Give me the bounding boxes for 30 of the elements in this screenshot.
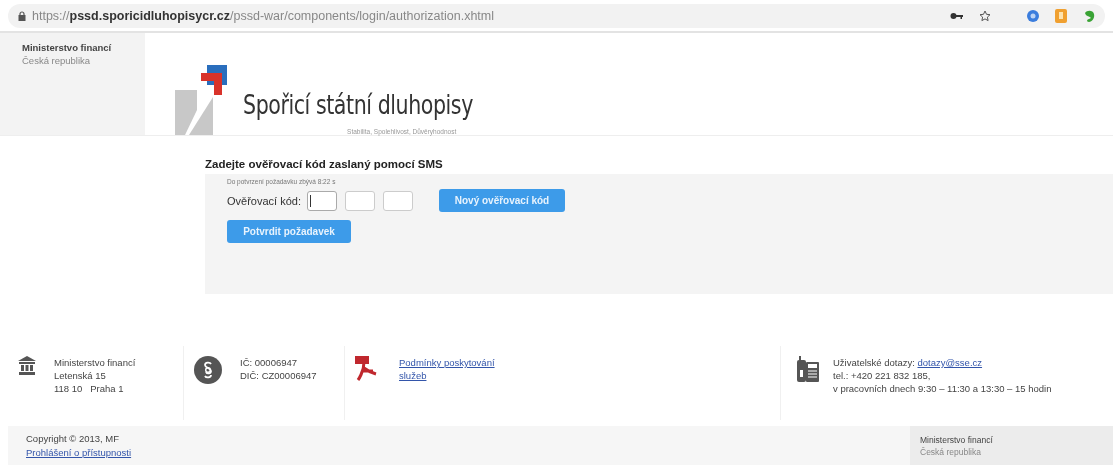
ministry-name: Ministerstvo financí [22,41,113,54]
country-name: Česká republika [22,55,91,66]
phone-text: tel.: +420 221 832 185, [833,369,932,382]
form-heading: Zadejte ověřovací kód zaslaný pomocí SMS [205,158,444,170]
code-input-field[interactable] [383,190,413,211]
code-label: Ověřovací kód: [227,194,301,207]
code-input-field[interactable] [345,190,375,211]
hours-text: v pracovních dnech 9:30 – 11:30 a 13:30 – 15 hodin [833,382,1052,395]
contact-text: Uživatelské dotazy: dotazy@sse.cz [833,356,984,369]
star-icon[interactable] [979,10,991,22]
copyright-text: Copyright © 2013, MF [26,432,120,446]
accessibility-link[interactable]: Prohlášení o přístupnosti [26,446,132,460]
extension-icon[interactable] [1055,9,1067,23]
extension-icon[interactable] [1027,10,1039,22]
key-icon[interactable] [950,12,963,20]
code-input-field[interactable] [307,190,337,211]
country-name: Česká republika [920,446,982,458]
terms-link[interactable]: Podmínky poskytování služeb [399,356,509,382]
logo-title: Spořicí státní dluhopisy [243,90,473,120]
address-line: Letenská 15 [54,369,107,382]
address-line: 118 10 Praha 1 [54,382,125,395]
bank-building-icon [18,356,36,375]
email-link[interactable]: dotazy@sse.cz [917,357,983,368]
section-sign-icon [194,356,222,384]
phone-icon [797,356,819,382]
company-id-text: DIČ: CZ00006947 [240,369,317,382]
address-line: Ministerstvo financí [54,356,136,369]
company-id-text: IČ: 00006947 [240,356,299,369]
lock-icon [18,11,26,21]
ministry-name: Ministerstvo financí [920,434,994,446]
